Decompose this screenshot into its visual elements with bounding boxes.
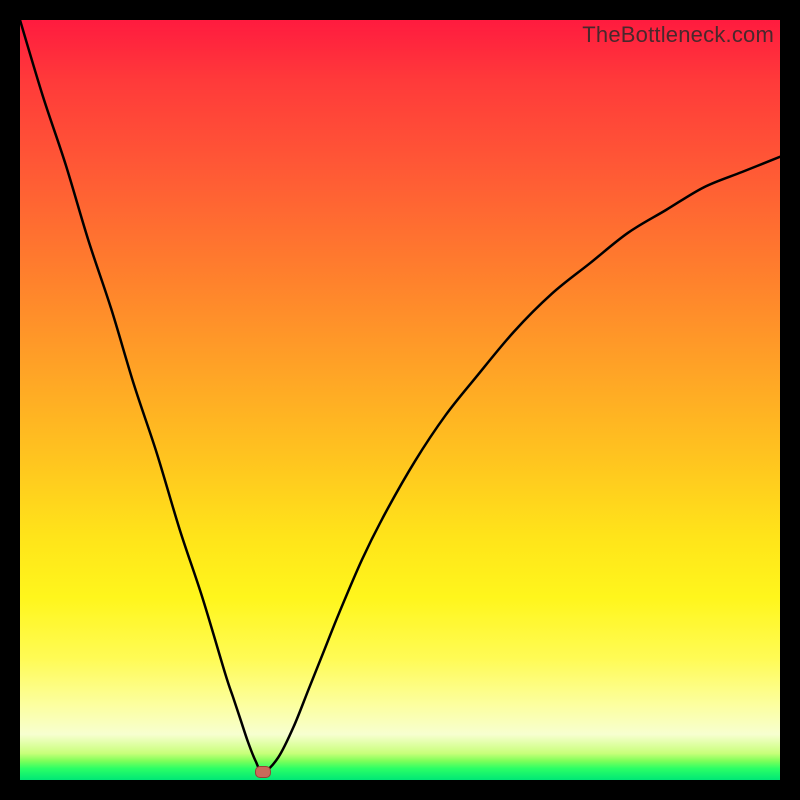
bottleneck-curve (20, 20, 780, 780)
watermark-text: TheBottleneck.com (582, 22, 774, 48)
plot-area: TheBottleneck.com (20, 20, 780, 780)
chart-frame: TheBottleneck.com (0, 0, 800, 800)
optimum-marker (255, 766, 271, 778)
